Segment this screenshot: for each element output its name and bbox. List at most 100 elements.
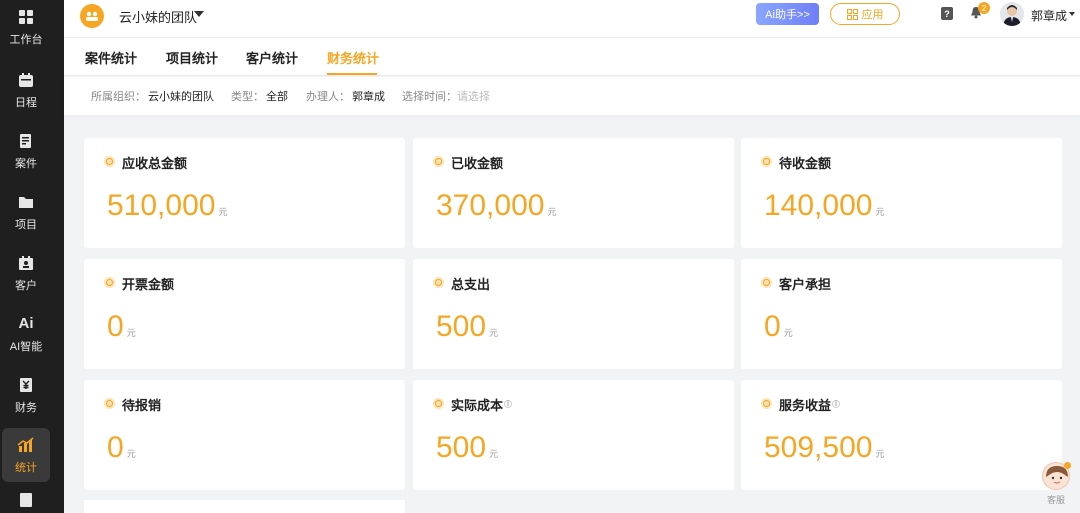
finance-icon [17,376,35,394]
sidebar-item-label: 项目 [15,218,37,231]
stat-card-title: 已收金额 [451,156,504,171]
stat-value-number: 500 [436,431,487,464]
stat-card-title: 开票金额 [122,277,175,292]
stat-card-value: 0元 [107,428,136,474]
filter-bar: 所属组织： 云小妹的团队 类型： 全部 办理人： 郭章成 选择时间： 请选择 [64,77,1080,115]
customer-service-label: 客服 [1046,495,1065,505]
org-filter-value[interactable]: 云小妹的团队 [148,88,214,104]
dashboard-icon [17,8,35,26]
info-icon[interactable]: i [832,399,841,408]
stat-unit: 元 [783,328,793,338]
time-filter-label: 选择时间： [402,91,457,103]
handler-filter-value[interactable]: 郭章成 [352,88,385,104]
stat-card-client-borne: 客户承担 0元 [741,259,1062,369]
stat-card-pending-reimbursement: 待报销 0元 [84,380,405,490]
stat-value-number: 509,500 [764,431,873,464]
grid-icon [846,8,858,20]
stat-value-number: 500 [436,310,487,343]
tab-client-stats[interactable]: 客户统计 [246,48,298,67]
stat-unit: 元 [875,449,885,459]
stat-card-value: 0元 [764,307,793,353]
stat-value-number: 0 [107,310,124,343]
sidebar-item-schedule[interactable]: 日程 [2,63,50,117]
tab-case-stats[interactable]: 案件统计 [85,48,137,67]
sidebar-item-more[interactable] [2,490,50,513]
coin-icon [761,156,772,167]
chevron-down-icon[interactable] [1069,12,1075,16]
stat-value-number: 0 [764,310,781,343]
folder-icon [17,193,35,211]
handler-filter-label: 办理人： [306,91,350,103]
stat-value-number: 370,000 [436,189,545,222]
sidebar-item-label: AI智能 [9,340,43,353]
stat-card-title-text: 服务收益 [779,398,832,413]
coin-icon [761,398,772,409]
apps-button[interactable]: 应用 [830,3,900,25]
notification-badge: 2 [978,2,990,14]
stat-card-title: 客户承担 [779,277,832,292]
coin-icon [433,277,444,288]
sidebar-item-label: 案件 [15,157,37,170]
sidebar-item-projects[interactable]: 项目 [2,185,50,239]
coin-icon [433,156,444,167]
stat-unit: 元 [547,207,557,217]
coin-icon [104,156,115,167]
stat-unit: 元 [875,207,885,217]
stat-card-value: 140,000 元 [764,186,884,232]
coin-icon [761,277,772,288]
info-icon[interactable]: i [504,399,513,408]
sidebar: 工作台 日程 案件 项目 客户 Ai AI智能 财务 统计 [0,0,64,513]
sidebar-item-statistics[interactable]: 统计 [2,428,50,482]
stat-value-number: 140,000 [764,189,873,222]
type-filter-label: 类型： [231,91,264,103]
stat-card-title: 待报销 [122,398,162,413]
stat-card-value: 509,500 元 [764,428,884,474]
sidebar-item-label: 财务 [15,401,37,414]
tab-finance-stats[interactable]: 财务统计 [327,48,379,67]
stat-card-title: 服务收益 i [779,395,841,414]
stat-unit: 元 [489,328,499,338]
tab-project-stats[interactable]: 项目统计 [166,48,218,67]
sidebar-item-cases[interactable]: 案件 [2,124,50,178]
stat-card-title: 应收总金额 [122,156,188,171]
sidebar-item-workbench[interactable]: 工作台 [2,0,50,54]
sidebar-item-label: 工作台 [9,33,43,46]
chevron-down-icon[interactable] [194,11,204,17]
sidebar-item-clients[interactable]: 客户 [2,246,50,300]
customer-service-button[interactable]: 客服 [1040,462,1072,508]
coin-icon [104,398,115,409]
stats-tabs: 案件统计 项目统计 客户统计 财务统计 [64,38,1080,76]
stat-card-total-expense: 总支出 500 元 [413,259,734,369]
coin-icon [433,398,444,409]
avatar[interactable] [1000,2,1024,26]
stat-card-value: 510,000 元 [107,186,227,232]
sidebar-item-label: 客户 [15,279,37,292]
org-filter-label: 所属组织： [91,91,146,103]
stat-value-number: 510,000 [107,189,216,222]
stat-card-invoiced: 开票金额 0元 [84,259,405,369]
stat-card-title: 总支出 [451,277,491,292]
apps-button-label: 应用 [861,9,884,21]
ai-assistant-button[interactable]: Ai助手>> [756,3,819,25]
stat-card-pending: 待收金额 140,000 元 [741,138,1062,248]
document-icon [17,490,35,508]
stat-value-number: 0 [107,431,124,464]
team-name[interactable]: 云小妹的团队 [119,7,197,26]
ai-icon: Ai [18,315,34,332]
stat-card-partial [84,500,405,513]
stat-unit: 元 [218,207,228,217]
type-filter-value[interactable]: 全部 [266,88,288,104]
sidebar-item-ai[interactable]: Ai AI智能 [2,307,50,361]
sidebar-item-finance[interactable]: 财务 [2,368,50,422]
user-name[interactable]: 郭章成 [1031,7,1067,24]
stat-card-title: 待收金额 [779,156,832,171]
notification-dot [1064,462,1071,469]
time-filter-input[interactable]: 请选择 [457,88,490,104]
calendar-icon [17,71,35,89]
active-tab-indicator [327,73,377,75]
case-icon [17,132,35,150]
stat-card-value: 500 元 [436,307,498,353]
sidebar-item-label: 统计 [15,461,37,474]
help-icon[interactable]: ? [941,7,953,20]
stat-unit: 元 [126,449,136,459]
